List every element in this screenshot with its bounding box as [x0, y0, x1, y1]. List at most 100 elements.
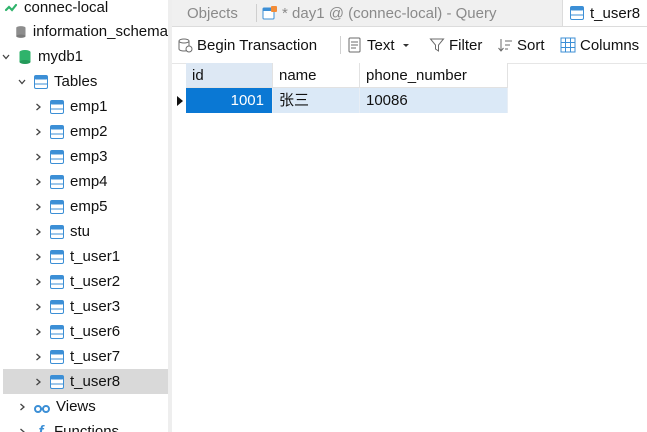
- column-header-name[interactable]: name: [273, 63, 360, 88]
- database-icon: [19, 49, 31, 64]
- navigation-tree: connec-local information_schema mydb1 Ta…: [0, 0, 168, 432]
- tree-item-views-folder[interactable]: Views: [0, 394, 168, 419]
- table-icon: [50, 124, 64, 139]
- text-icon: [348, 37, 361, 53]
- sort-button[interactable]: Sort: [497, 27, 545, 63]
- connection-label: connec-local: [24, 0, 109, 16]
- cell-value: 张三: [279, 92, 310, 109]
- table-icon: [50, 199, 64, 214]
- text-label: Text: [367, 36, 395, 54]
- views-icon: [34, 404, 50, 413]
- tree-item-database-mydb1[interactable]: mydb1: [0, 44, 168, 69]
- table-label: emp2: [70, 123, 108, 140]
- tab-label: * day1 @ (connec-local) - Query: [282, 4, 497, 22]
- chevron-right-icon[interactable]: [32, 351, 44, 363]
- columns-icon: [560, 37, 576, 53]
- chevron-right-icon[interactable]: [16, 426, 28, 432]
- query-icon: [262, 6, 277, 20]
- database-label: information_schema: [32, 23, 168, 40]
- dropdown-arrow-icon: [402, 44, 409, 47]
- table-icon: [570, 6, 584, 20]
- filter-button[interactable]: Filter: [429, 27, 482, 63]
- chevron-right-icon[interactable]: [32, 326, 44, 338]
- tab-bar: Objects * day1 @ (connec-local) - Query …: [172, 0, 647, 27]
- filter-icon: [429, 38, 445, 52]
- table-icon: [50, 249, 64, 264]
- begin-transaction-label: Begin Transaction: [197, 36, 318, 54]
- tree-item-database-information-schema[interactable]: information_schema: [0, 19, 168, 44]
- filter-label: Filter: [449, 36, 483, 54]
- column-header-label: id: [192, 67, 204, 84]
- begin-transaction-button[interactable]: Begin Transaction: [177, 27, 317, 63]
- chevron-right-icon[interactable]: [32, 376, 44, 388]
- chevron-right-icon[interactable]: [32, 226, 44, 238]
- table-label: t_user1: [70, 248, 121, 265]
- tree-item-table[interactable]: t_user2: [0, 269, 168, 294]
- tree-item-table[interactable]: t_user1: [0, 244, 168, 269]
- table-icon: [50, 324, 64, 339]
- tree-item-table[interactable]: emp4: [0, 169, 168, 194]
- chevron-right-icon[interactable]: [32, 176, 44, 188]
- tree-item-table[interactable]: emp2: [0, 119, 168, 144]
- table-label: emp1: [70, 98, 108, 115]
- chevron-down-icon[interactable]: [0, 51, 12, 63]
- tree-item-table[interactable]: t_user8: [3, 369, 168, 394]
- views-label: Views: [56, 398, 96, 415]
- column-header-label: phone_number: [366, 67, 467, 84]
- toolbar: Begin Transaction Text Filter Sort Colum…: [172, 27, 647, 64]
- table-icon: [50, 149, 64, 164]
- tab-query[interactable]: * day1 @ (connec-local) - Query: [262, 0, 496, 26]
- chevron-right-icon[interactable]: [32, 276, 44, 288]
- chevron-down-icon[interactable]: [16, 76, 28, 88]
- text-button[interactable]: Text: [347, 27, 415, 63]
- data-grid: id name phone_number 1001 张三 10086: [172, 63, 647, 432]
- table-icon: [50, 174, 64, 189]
- tree-item-table[interactable]: t_user3: [0, 294, 168, 319]
- table-label: t_user3: [70, 298, 121, 315]
- chevron-right-icon[interactable]: [32, 251, 44, 263]
- tree-item-table[interactable]: t_user7: [0, 344, 168, 369]
- table-icon: [50, 299, 64, 314]
- tab-objects[interactable]: Objects: [187, 0, 238, 26]
- tree-item-table[interactable]: emp1: [0, 94, 168, 119]
- table-label: emp3: [70, 148, 108, 165]
- columns-button[interactable]: Columns: [560, 27, 639, 63]
- chevron-right-icon[interactable]: [32, 301, 44, 313]
- chevron-right-icon[interactable]: [16, 401, 28, 413]
- functions-label: Functions: [54, 423, 120, 432]
- table-label: emp5: [70, 198, 108, 215]
- chevron-right-icon[interactable]: [32, 126, 44, 138]
- tree-item-functions-folder[interactable]: f Functions: [0, 419, 168, 432]
- toolbar-separator: [340, 36, 341, 54]
- cell-phone-number[interactable]: 10086: [360, 88, 508, 113]
- table-label: t_user6: [70, 323, 121, 340]
- connection-icon: [4, 3, 18, 12]
- tree-item-table[interactable]: t_user6: [0, 319, 168, 344]
- tab-label: Objects: [187, 4, 238, 22]
- columns-label: Columns: [580, 36, 640, 54]
- column-header-phone-number[interactable]: phone_number: [360, 63, 508, 88]
- sort-label: Sort: [517, 36, 545, 54]
- chevron-right-icon[interactable]: [32, 151, 44, 163]
- table-label: t_user7: [70, 348, 121, 365]
- tree-item-tables-folder[interactable]: Tables: [0, 69, 168, 94]
- tree-item-connection[interactable]: connec-local: [0, 0, 168, 20]
- table-icon: [34, 74, 48, 89]
- table-label: t_user8: [70, 373, 121, 390]
- sort-icon: [498, 39, 512, 52]
- chevron-right-icon[interactable]: [32, 201, 44, 213]
- tree-item-table[interactable]: emp5: [0, 194, 168, 219]
- chevron-right-icon[interactable]: [32, 101, 44, 113]
- tree-item-table[interactable]: emp3: [0, 144, 168, 169]
- column-header-id[interactable]: id: [186, 63, 273, 88]
- tab-label: t_user8: [590, 4, 641, 22]
- table-icon: [50, 374, 64, 389]
- cell-value: 10086: [366, 92, 408, 109]
- cell-name[interactable]: 张三: [273, 88, 360, 113]
- tab-t-user8[interactable]: t_user8: [562, 0, 647, 26]
- tables-label: Tables: [54, 73, 98, 90]
- tree-item-table[interactable]: stu: [0, 219, 168, 244]
- tab-separator: [256, 4, 257, 22]
- table-icon: [50, 224, 64, 239]
- cell-id[interactable]: 1001: [186, 88, 273, 113]
